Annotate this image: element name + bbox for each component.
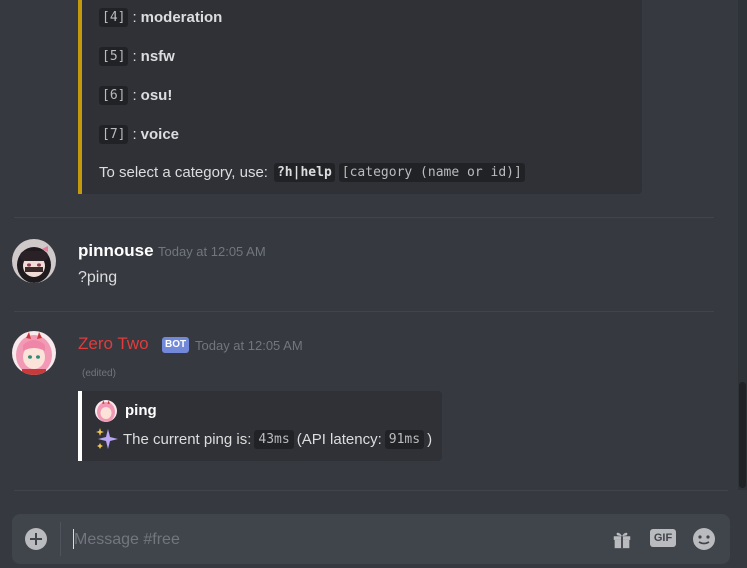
gift-icon[interactable] [611, 528, 633, 550]
avatar-pink-hair-icon [12, 331, 56, 375]
timestamp: Today at 12:05 AM [158, 244, 266, 259]
closing-paren: ) [427, 430, 433, 448]
category-id: [6] [99, 86, 129, 105]
message-composer: GIF [12, 514, 730, 564]
embed-author: ping [125, 402, 157, 419]
ping-value: 43ms [254, 429, 294, 449]
composer-divider [60, 522, 61, 556]
timestamp: Today at 12:05 AM [195, 338, 303, 353]
select-text: To select a category, use: [99, 164, 268, 181]
argument-code: [category (name or id)] [338, 163, 525, 182]
avatar-pink-hair-icon [95, 400, 117, 422]
bot-username[interactable]: Zero Two [78, 334, 149, 354]
gif-button[interactable]: GIF [650, 529, 676, 547]
message-input[interactable] [72, 524, 596, 556]
scrollbar-thumb[interactable] [739, 382, 746, 488]
message-divider [14, 311, 714, 312]
category-name: voice [140, 126, 180, 143]
category-row-4: [4] : moderation [99, 8, 222, 27]
bot-badge: BOT [162, 337, 190, 353]
avatar-dark-hair-icon [12, 239, 56, 283]
message-text: ?ping [78, 269, 118, 286]
edited-label: (edited) [82, 368, 116, 379]
select-instruction: To select a category, use: ?h|help [cate… [99, 163, 525, 182]
text-caret [73, 529, 74, 549]
ping-label: The current ping is: [123, 430, 252, 448]
sparkles-icon [96, 428, 118, 449]
command-code: ?h|help [273, 163, 335, 182]
emoji-icon[interactable] [692, 527, 716, 551]
api-latency-label: (API latency: [296, 430, 382, 448]
separator: : [132, 87, 137, 104]
separator: : [132, 48, 137, 65]
separator: : [132, 9, 137, 26]
help-embed: [4] : moderation [5] : nsfw [6] : osu! [… [78, 0, 642, 194]
message-divider [14, 490, 728, 491]
category-row-5: [5] : nsfw [99, 47, 175, 66]
avatar[interactable] [12, 239, 56, 283]
category-id: [7] [99, 125, 129, 144]
avatar[interactable] [12, 331, 56, 375]
embed-description: The current ping is: 43ms (API latency: … [95, 427, 432, 451]
category-row-7: [7] : voice [99, 125, 179, 144]
message-divider [14, 217, 714, 218]
ping-embed: ping The current ping is: 43ms (API late… [78, 391, 442, 461]
category-id: [5] [99, 47, 129, 66]
username[interactable]: pinnouse [78, 241, 154, 261]
api-latency-value: 91ms [384, 429, 425, 449]
embed-author-icon [95, 400, 117, 422]
category-name: moderation [140, 9, 223, 26]
category-name: nsfw [140, 48, 175, 65]
category-name: osu! [140, 87, 173, 104]
separator: : [132, 126, 137, 143]
upload-plus-icon[interactable] [25, 528, 47, 550]
category-row-6: [6] : osu! [99, 86, 172, 105]
category-id: [4] [99, 8, 129, 27]
